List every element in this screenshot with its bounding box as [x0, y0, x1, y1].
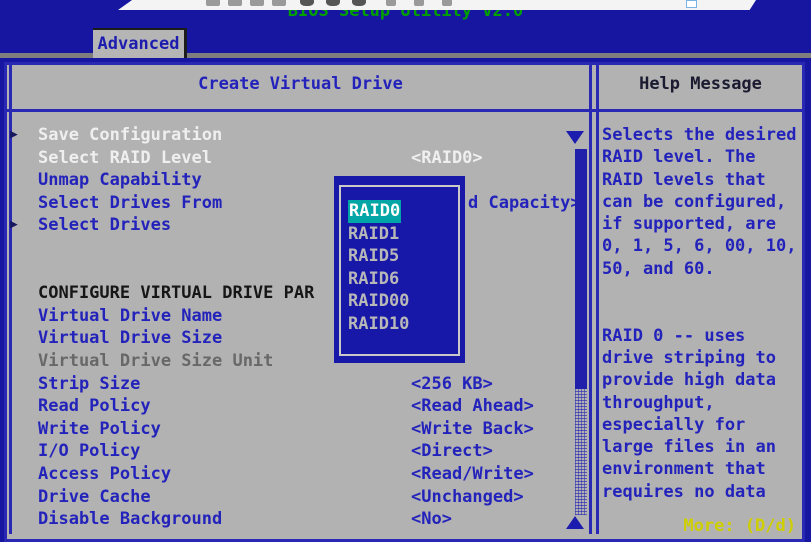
panel-divider-line-2 [596, 64, 599, 534]
tab-advanced[interactable]: Advanced [93, 28, 187, 58]
list-item[interactable]: Access Policy <Read/Write> [12, 463, 584, 486]
option-label: Strip Size [38, 373, 140, 396]
option-label: Unmap Capability [38, 169, 202, 192]
dropdown-item-raid00[interactable]: RAID00 [348, 290, 409, 313]
scroll-up-icon[interactable] [566, 516, 584, 529]
list-item[interactable]: Drive Cache <Unchanged> [12, 486, 584, 509]
list-item[interactable]: CONFIGURE VIRTUAL DRIVE PAR [12, 282, 584, 305]
option-label: Access Policy [38, 463, 171, 486]
option-list: ▶Save ConfigurationSelect RAID Level<RAI… [12, 124, 584, 531]
option-value: <No> [411, 508, 452, 531]
help-more-hint: More: (D/d) [602, 516, 796, 536]
toolbar-icon-fragment[interactable] [414, 0, 424, 6]
help-text-line: RAID 0 -- uses [602, 325, 802, 347]
scroll-down-icon[interactable] [566, 131, 584, 144]
list-item[interactable]: Virtual Drive Size Unit [12, 350, 584, 373]
checkbox-icon[interactable] [686, 0, 697, 8]
submenu-arrow-icon: ▶ [10, 124, 38, 147]
option-label: Select RAID Level [38, 147, 212, 170]
list-item[interactable]: Strip Size <256 KB> [12, 373, 584, 396]
option-label: Drive Cache [38, 486, 151, 509]
option-label: Virtual Drive Name [38, 305, 222, 328]
help-text-line: throughput, [602, 392, 802, 414]
list-item[interactable]: Read Policy <Read Ahead> [12, 395, 584, 418]
help-text-line: can be configured, [602, 191, 802, 213]
toolbar-icon-fragment[interactable] [326, 0, 340, 6]
option-value: <Unchanged> [411, 486, 524, 509]
option-value: <Read Ahead> [411, 395, 534, 418]
help-text: Selects the desiredRAID level. TheRAID l… [602, 124, 802, 503]
list-item[interactable]: Write Policy <Write Back> [12, 418, 584, 441]
dropdown-item-raid6[interactable]: RAID6 [348, 268, 399, 291]
help-text-line: RAID levels that [602, 169, 802, 191]
remote-console-toolbar [118, 0, 756, 10]
list-item[interactable]: Select RAID Level <RAID0> [12, 147, 584, 170]
list-spacer [12, 237, 584, 260]
help-text-spacer [602, 302, 802, 324]
option-label: Select Drives From [38, 192, 222, 215]
help-text-line: requires no data [602, 481, 802, 503]
option-label: Virtual Drive Size [38, 327, 222, 350]
list-item[interactable]: ▶Save Configuration [12, 124, 584, 147]
option-label: Save Configuration [38, 124, 222, 147]
option-label: I/O Policy [38, 440, 140, 463]
scrollbar-track[interactable] [575, 389, 587, 515]
help-text-line: drive striping to [602, 347, 802, 369]
help-text-line: 0, 1, 5, 6, 00, 10, [602, 235, 802, 257]
panel-divider-line-1 [589, 64, 592, 534]
list-item[interactable]: I/O Policy <Direct> [12, 440, 584, 463]
toolbar-icon-fragment[interactable] [386, 0, 396, 6]
help-text-spacer [602, 280, 802, 302]
bios-setup-screen: { "titlebar": { "title": "BIOS Setup Uti… [0, 0, 811, 531]
help-text-line: if supported, are [602, 213, 802, 235]
option-value: <RAID0> [411, 147, 483, 170]
help-text-line: RAID level. The [602, 146, 802, 168]
option-value: <256 KB> [411, 373, 493, 396]
list-spacer [12, 260, 584, 283]
toolbar-icon-fragment[interactable] [300, 0, 314, 6]
list-item[interactable]: Select Drives From d Capacity> [12, 192, 584, 215]
dropdown-item-raid0[interactable]: RAID0 [348, 200, 401, 223]
dropdown-item-raid10[interactable]: RAID10 [348, 313, 409, 336]
dropdown-items: RAID0RAID1RAID5RAID6RAID00RAID10 [348, 200, 409, 335]
option-label: Write Policy [38, 418, 161, 441]
option-label: Disable Background [38, 508, 222, 531]
toolbar-icon-fragment[interactable] [206, 0, 220, 6]
option-value: d Capacity> [468, 192, 581, 215]
toolbar-icon-fragment[interactable] [352, 0, 366, 6]
help-text-line: large files in an [602, 436, 802, 458]
option-label: Read Policy [38, 395, 151, 418]
option-label: Virtual Drive Size Unit [38, 350, 273, 373]
header-divider-line [7, 109, 802, 112]
option-label: CONFIGURE VIRTUAL DRIVE PAR [38, 282, 314, 305]
list-item[interactable]: Unmap Capability [12, 169, 584, 192]
list-item[interactable]: Virtual Drive Size [12, 327, 584, 350]
toolbar-icon-fragment[interactable] [272, 0, 286, 6]
help-panel-title: Help Message [599, 74, 802, 94]
scrollbar-thumb[interactable] [575, 149, 587, 389]
toolbar-icon-fragment[interactable] [442, 0, 452, 6]
raid-level-dropdown: RAID0RAID1RAID5RAID6RAID00RAID10 [334, 176, 465, 363]
help-text-line: Selects the desired [602, 124, 802, 146]
help-text-line: environment that [602, 458, 802, 480]
page-title: Create Virtual Drive [12, 74, 589, 94]
list-item[interactable]: ▶Select Drives [12, 214, 584, 237]
help-text-line: especially for [602, 414, 802, 436]
option-label: Select Drives [38, 214, 171, 237]
option-value: <Read/Write> [411, 463, 534, 486]
help-text-line: 50, and 60. [602, 258, 802, 280]
list-item[interactable]: Virtual Drive Name [12, 305, 584, 328]
toolbar-icon-fragment[interactable] [228, 0, 242, 6]
submenu-arrow-icon: ▶ [10, 214, 38, 237]
list-item[interactable]: Disable Background <No> [12, 508, 584, 531]
option-value: <Direct> [411, 440, 493, 463]
option-value: <Write Back> [411, 418, 534, 441]
help-text-line: provide high data [602, 369, 802, 391]
dropdown-item-raid1[interactable]: RAID1 [348, 223, 399, 246]
toolbar-icon-fragment[interactable] [250, 0, 264, 6]
dropdown-item-raid5[interactable]: RAID5 [348, 245, 399, 268]
